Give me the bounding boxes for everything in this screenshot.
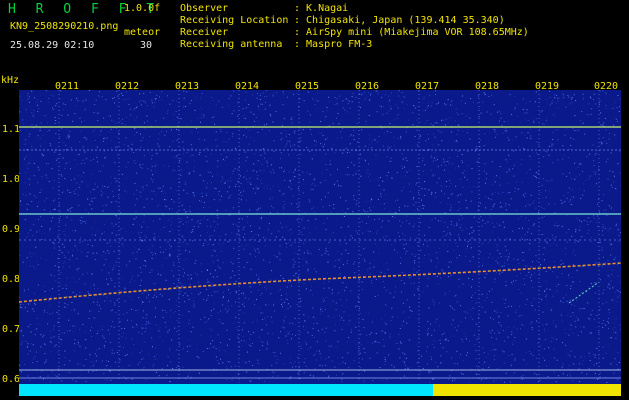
- freq-tick-label: 1.0: [2, 174, 21, 185]
- freq-tick-label: 1.1: [2, 124, 21, 135]
- filename-label: KN9_2508290210.png: [10, 21, 119, 32]
- observer-value: : K.Nagai: [294, 3, 349, 14]
- spectrogram-plot: [19, 90, 621, 396]
- freq-tick-label: 0.9: [2, 224, 21, 235]
- receiver-key: Receiver: [180, 27, 229, 38]
- antenna-value: : Maspro FM-3: [294, 39, 373, 50]
- location-value: : Chigasaki, Japan (139.414 35.340): [294, 15, 505, 26]
- meteor-count: 30: [140, 40, 153, 51]
- meteor-label: meteor: [124, 27, 161, 38]
- freq-tick-label: 0.6: [2, 374, 21, 385]
- freq-tick-label: 0.7: [2, 324, 21, 335]
- version-label: 1.0.0f: [124, 3, 161, 14]
- observer-key: Observer: [180, 3, 229, 14]
- location-key: Receiving Location: [180, 15, 289, 26]
- yellow-level-bar: [433, 384, 621, 396]
- receiver-value: : AirSpy mini (Miakejima VOR 108.65MHz): [294, 27, 529, 38]
- frequency-unit-label: kHz: [1, 75, 20, 86]
- antenna-key: Receiving antenna: [180, 39, 283, 50]
- freq-tick-label: 0.8: [2, 274, 21, 285]
- datetime-label: 25.08.29 02:10: [10, 40, 95, 51]
- cyan-level-bar: [19, 384, 433, 396]
